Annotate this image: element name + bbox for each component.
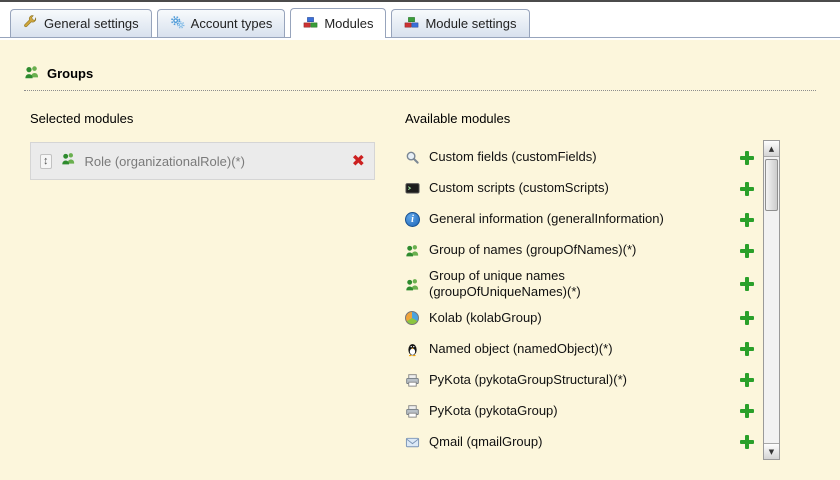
scrollbar-thumb[interactable] — [765, 159, 778, 211]
tab-label: Account types — [190, 16, 273, 31]
available-module-row: Named object (namedObject)(*) — [405, 334, 754, 365]
scroll-down-button[interactable]: ▼ — [764, 443, 779, 459]
tab-bar: General settings Account types Modules M… — [0, 2, 840, 38]
kolab-icon — [405, 311, 421, 325]
selected-module-label: Role (organizationalRole)(*) — [84, 153, 245, 169]
tab-label: General settings — [44, 16, 139, 31]
add-module-button[interactable] — [740, 311, 754, 325]
available-module-label: PyKota (pykotaGroup) — [429, 402, 558, 418]
gears-icon — [170, 15, 185, 33]
available-module-row: Group of names (groupOfNames)(*) — [405, 235, 754, 266]
available-module-label: Qmail (qmailGroup) — [429, 433, 543, 449]
group-icon — [24, 64, 40, 83]
available-module-row: Custom scripts (customScripts) — [405, 173, 754, 204]
available-module-row: PyKota (pykotaGroupStructural)(*) — [405, 365, 754, 396]
available-modules-column: Available modules Custom fields (customF… — [405, 111, 780, 460]
add-module-button[interactable] — [740, 277, 754, 292]
modules-panel: Groups Selected modules ↕ Role (organiza… — [0, 40, 840, 480]
available-module-row: Qmail (qmailGroup) — [405, 427, 754, 458]
available-module-label: Named object (namedObject)(*) — [429, 340, 613, 356]
section-title: Groups — [47, 66, 94, 81]
available-module-label: General information (generalInformation) — [429, 211, 664, 227]
available-module-row: Custom fields (customFields) — [405, 142, 754, 173]
tab-account-types[interactable]: Account types — [156, 9, 286, 37]
mail-icon — [405, 435, 421, 450]
scroll-up-button[interactable]: ▲ — [764, 141, 779, 157]
group-icon — [405, 277, 421, 292]
lam-configuration-page: General settings Account types Modules M… — [0, 0, 840, 480]
tab-label: Modules — [324, 16, 374, 31]
available-module-label: Group of names (groupOfNames)(*) — [429, 242, 637, 258]
available-module-label: Custom fields (customFields) — [429, 149, 597, 165]
tab-general-settings[interactable]: General settings — [10, 9, 152, 37]
available-module-label: PyKota (pykotaGroupStructural)(*) — [429, 371, 627, 387]
add-module-button[interactable] — [740, 435, 754, 449]
available-module-row: PyKota (pykotaGroup) — [405, 396, 754, 427]
add-module-button[interactable] — [740, 181, 754, 196]
available-module-row: i General information (generalInformatio… — [405, 204, 754, 235]
available-module-row: Kolab (kolabGroup) — [405, 303, 754, 334]
available-module-row: Group of unique names (groupOfUniqueName… — [405, 266, 754, 303]
modules-icon — [303, 15, 318, 33]
available-modules-heading: Available modules — [405, 111, 511, 126]
selected-module-row: ↕ Role (organizationalRole)(*) ✖ — [30, 142, 375, 180]
available-module-label: Custom scripts (customScripts) — [429, 180, 609, 196]
modules-columns: Selected modules ↕ Role (organizationalR… — [0, 111, 840, 460]
add-module-button[interactable] — [740, 243, 754, 258]
available-modules-list: Custom fields (customFields) Custom scri… — [405, 140, 780, 460]
wrench-icon — [23, 14, 38, 33]
available-module-label: Kolab (kolabGroup) — [429, 309, 542, 325]
info-icon: i — [405, 212, 421, 227]
selected-modules-column: Selected modules ↕ Role (organizationalR… — [30, 111, 375, 460]
available-modules-scrollbar[interactable]: ▲ ▼ — [763, 140, 780, 460]
selected-modules-heading: Selected modules — [30, 111, 134, 126]
section-header-groups: Groups — [24, 64, 816, 91]
module-settings-icon — [404, 15, 419, 33]
tab-module-settings[interactable]: Module settings — [391, 9, 530, 37]
remove-module-button[interactable]: ✖ — [352, 153, 365, 169]
penguin-icon — [405, 342, 421, 357]
add-module-button[interactable] — [740, 212, 754, 227]
group-icon — [405, 243, 421, 258]
terminal-icon — [405, 181, 421, 196]
group-icon — [61, 151, 76, 171]
add-module-button[interactable] — [740, 404, 754, 418]
add-module-button[interactable] — [740, 373, 754, 387]
add-module-button[interactable] — [740, 342, 754, 356]
add-module-button[interactable] — [740, 150, 754, 165]
printer-icon — [405, 404, 421, 419]
drag-handle-icon[interactable]: ↕ — [40, 153, 52, 169]
printer-icon — [405, 373, 421, 388]
tab-modules[interactable]: Modules — [290, 8, 387, 38]
tab-label: Module settings — [425, 16, 517, 31]
magnifier-icon — [405, 150, 421, 165]
available-module-label: Group of unique names (groupOfUniqueName… — [429, 268, 581, 300]
